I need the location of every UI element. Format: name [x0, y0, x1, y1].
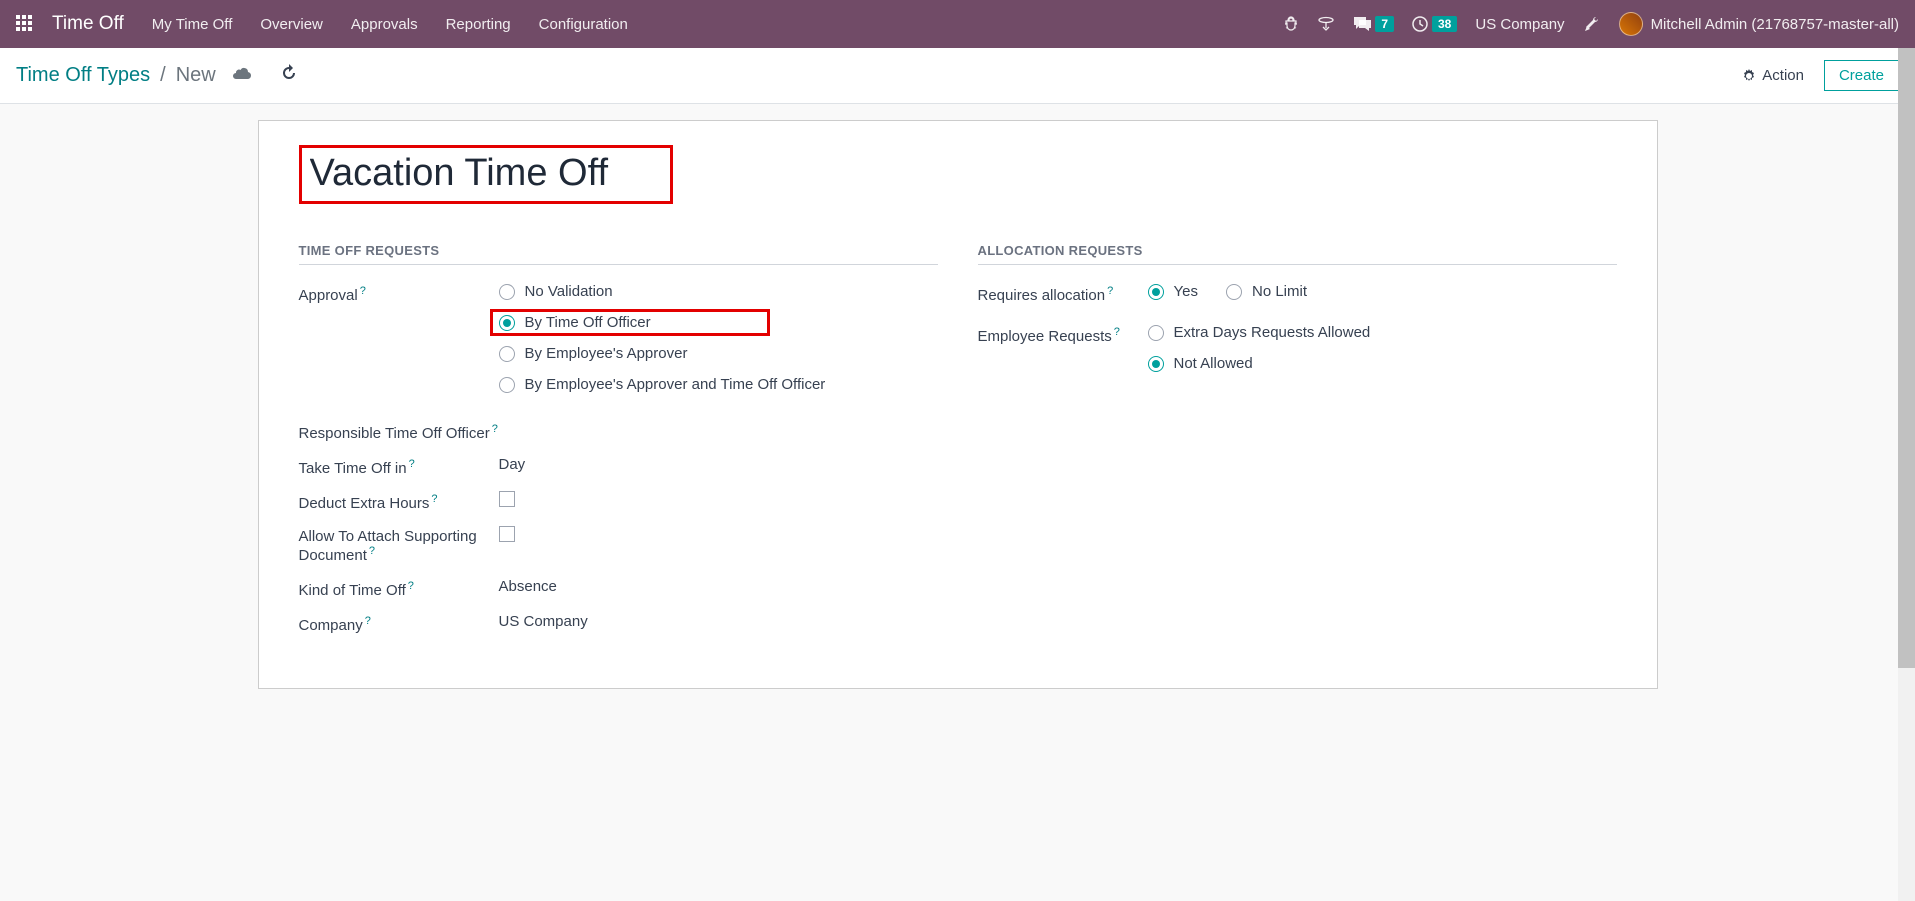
top-navbar: Time Off My Time Off Overview Approvals …	[0, 0, 1915, 48]
label-take-time-off-in: Take Time Off in?	[299, 456, 499, 477]
radio-icon	[499, 346, 515, 362]
save-cloud-icon[interactable]	[232, 64, 252, 87]
radio-no-validation[interactable]: No Validation	[499, 283, 938, 300]
label-requires-allocation: Requires allocation?	[978, 283, 1148, 304]
record-title-input[interactable]	[310, 152, 660, 195]
support-icon[interactable]	[1317, 15, 1335, 33]
avatar	[1619, 12, 1643, 36]
radio-icon	[1148, 284, 1164, 300]
app-brand[interactable]: Time Off	[52, 13, 124, 35]
label-deduct-extra-hours: Deduct Extra Hours?	[299, 491, 499, 512]
radio-extra-days-allowed[interactable]: Extra Days Requests Allowed	[1148, 324, 1617, 341]
help-icon[interactable]: ?	[408, 580, 414, 592]
debug-icon[interactable]	[1283, 16, 1299, 32]
discard-icon[interactable]	[280, 64, 298, 88]
radio-highlight-box: By Time Off Officer	[490, 309, 770, 336]
radio-icon	[499, 377, 515, 393]
section-allocation-requests: ALLOCATION REQUESTS	[978, 243, 1617, 265]
help-icon[interactable]: ?	[360, 285, 366, 297]
form-container: TIME OFF REQUESTS Approval? No Validatio…	[0, 104, 1915, 705]
label-approval: Approval?	[299, 283, 499, 304]
help-icon[interactable]: ?	[492, 423, 498, 435]
activities-badge: 38	[1432, 16, 1457, 32]
radio-requires-yes[interactable]: Yes	[1148, 283, 1198, 300]
nav-reporting[interactable]: Reporting	[446, 16, 511, 33]
radio-icon	[1226, 284, 1242, 300]
section-time-off-requests: TIME OFF REQUESTS	[299, 243, 938, 265]
messages-badge: 7	[1375, 16, 1394, 32]
checkbox-deduct-extra-hours[interactable]	[499, 491, 515, 507]
title-highlight-box	[299, 145, 673, 204]
help-icon[interactable]: ?	[1107, 285, 1113, 297]
radio-icon	[499, 315, 515, 331]
label-employee-requests: Employee Requests?	[978, 324, 1148, 345]
help-icon[interactable]: ?	[369, 545, 375, 557]
employee-requests-radio-group: Extra Days Requests Allowed Not Allowed	[1148, 324, 1617, 372]
activities-icon[interactable]: 38	[1412, 16, 1457, 32]
tools-icon[interactable]	[1583, 15, 1601, 33]
help-icon[interactable]: ?	[409, 458, 415, 470]
nav-configuration[interactable]: Configuration	[539, 16, 628, 33]
action-label: Action	[1762, 67, 1804, 84]
scrollbar-thumb[interactable]	[1898, 48, 1915, 668]
action-button[interactable]: Action	[1742, 67, 1804, 84]
field-take-time-off-in[interactable]: Day	[499, 456, 938, 473]
user-menu[interactable]: Mitchell Admin (21768757-master-all)	[1619, 12, 1899, 36]
radio-not-allowed[interactable]: Not Allowed	[1148, 355, 1617, 372]
breadcrumb: Time Off Types / New	[16, 64, 298, 88]
field-company[interactable]: US Company	[499, 613, 938, 630]
messages-icon[interactable]: 7	[1353, 16, 1394, 32]
radio-icon	[499, 284, 515, 300]
radio-requires-no-limit[interactable]: No Limit	[1226, 283, 1307, 300]
help-icon[interactable]: ?	[365, 615, 371, 627]
nav-approvals[interactable]: Approvals	[351, 16, 418, 33]
breadcrumb-separator: /	[160, 64, 166, 87]
breadcrumb-parent[interactable]: Time Off Types	[16, 64, 150, 87]
gear-icon	[1742, 69, 1756, 83]
radio-icon	[1148, 356, 1164, 372]
label-allow-attach-document: Allow To Attach Supporting Document?	[299, 526, 499, 564]
label-kind-of-time-off: Kind of Time Off?	[299, 578, 499, 599]
right-column: ALLOCATION REQUESTS Requires allocation?…	[978, 243, 1617, 648]
control-bar: Time Off Types / New Action Create	[0, 48, 1915, 104]
label-responsible-officer: Responsible Time Off Officer?	[299, 421, 499, 442]
radio-icon	[1148, 325, 1164, 341]
approval-radio-group: No Validation By Time Off Officer By	[499, 283, 938, 393]
label-company: Company?	[299, 613, 499, 634]
radio-by-employees-approver[interactable]: By Employee's Approver	[499, 345, 938, 362]
company-selector[interactable]: US Company	[1475, 16, 1564, 33]
radio-by-approver-and-officer[interactable]: By Employee's Approver and Time Off Offi…	[499, 376, 938, 393]
apps-icon[interactable]	[16, 15, 34, 33]
nav-my-time-off[interactable]: My Time Off	[152, 16, 233, 33]
user-name: Mitchell Admin (21768757-master-all)	[1651, 16, 1899, 33]
scrollbar[interactable]	[1898, 48, 1915, 901]
help-icon[interactable]: ?	[1114, 326, 1120, 338]
form-sheet: TIME OFF REQUESTS Approval? No Validatio…	[258, 120, 1658, 689]
help-icon[interactable]: ?	[431, 493, 437, 505]
create-button[interactable]: Create	[1824, 60, 1899, 91]
radio-by-time-off-officer[interactable]: By Time Off Officer	[499, 314, 651, 331]
field-kind-of-time-off[interactable]: Absence	[499, 578, 938, 595]
nav-overview[interactable]: Overview	[260, 16, 323, 33]
left-column: TIME OFF REQUESTS Approval? No Validatio…	[299, 243, 938, 648]
checkbox-allow-attach[interactable]	[499, 526, 515, 542]
requires-allocation-radio-group: Yes No Limit	[1148, 283, 1617, 300]
breadcrumb-current: New	[176, 64, 216, 87]
